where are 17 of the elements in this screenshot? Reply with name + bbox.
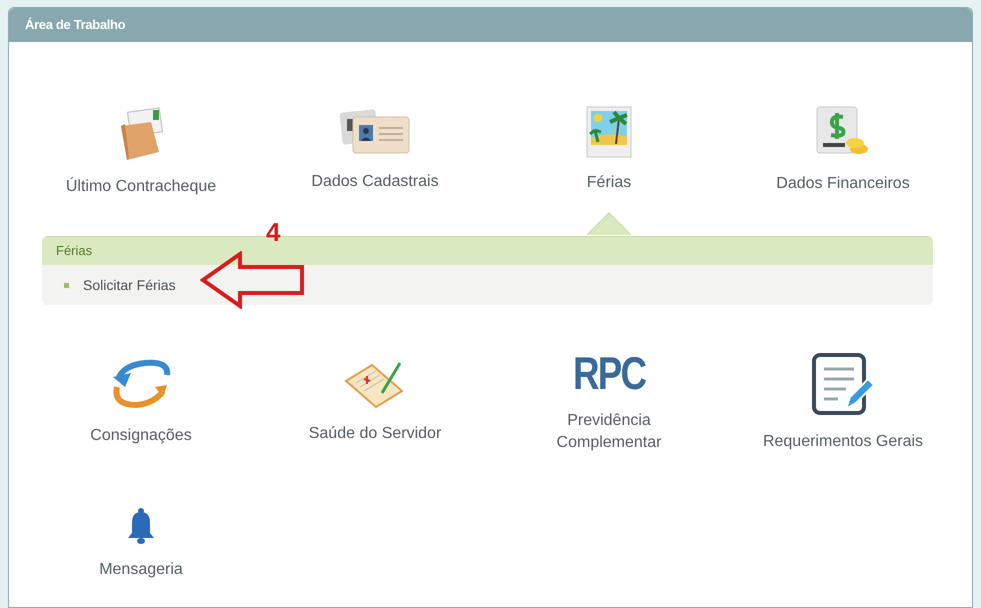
- tile-link[interactable]: Dados Cadastrais: [311, 171, 439, 193]
- bell-icon: [126, 507, 156, 545]
- bullet-icon: [64, 282, 69, 288]
- rpc-logo: RPC: [572, 350, 646, 396]
- panel-title: Área de Trabalho: [25, 16, 126, 34]
- submenu-link[interactable]: Solicitar Férias: [83, 274, 176, 296]
- tile-link[interactable]: Requerimentos Gerais: [762, 431, 924, 453]
- tile-link[interactable]: Previdência Complementar: [524, 410, 694, 454]
- tile-link[interactable]: Consignações: [90, 425, 192, 447]
- tile-link[interactable]: Dados Financeiros: [776, 173, 910, 195]
- tile-link[interactable]: Último Contracheque: [66, 176, 216, 198]
- tile-link[interactable]: Mensageria: [99, 559, 183, 581]
- step-number: 4: [266, 219, 280, 245]
- tile-link[interactable]: Saúde do Servidor: [308, 423, 442, 445]
- beach-photo-icon: [586, 106, 632, 158]
- tile-link[interactable]: Férias: [586, 172, 632, 194]
- submenu-title: Férias: [56, 242, 92, 260]
